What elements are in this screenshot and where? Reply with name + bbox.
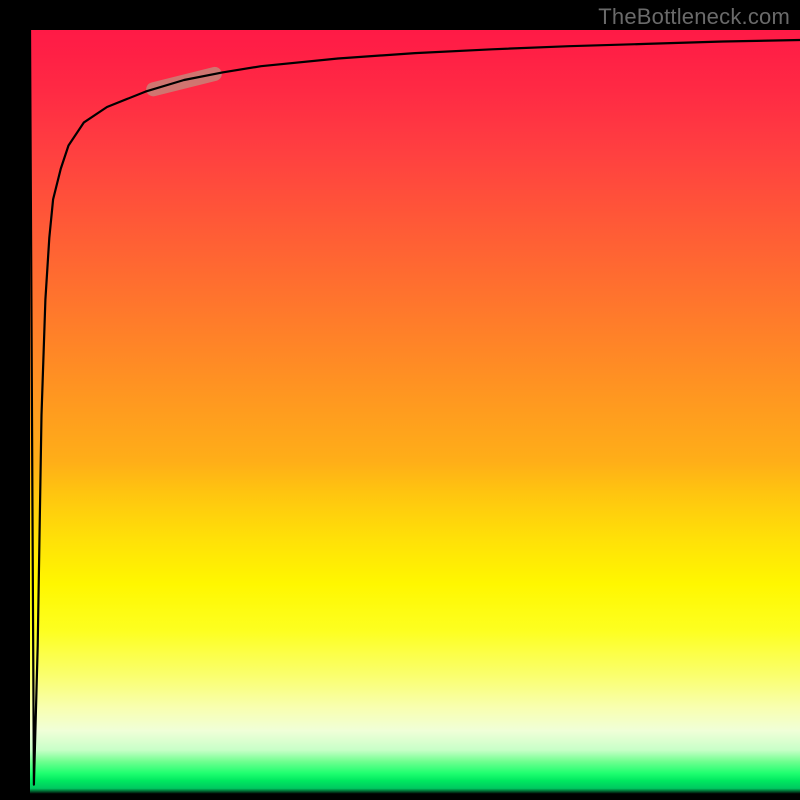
curve-layer [30,30,800,800]
chart-frame: TheBottleneck.com [0,0,800,800]
bottleneck-curve [30,30,800,785]
plot-area [30,30,800,800]
attribution-label: TheBottleneck.com [598,4,790,30]
